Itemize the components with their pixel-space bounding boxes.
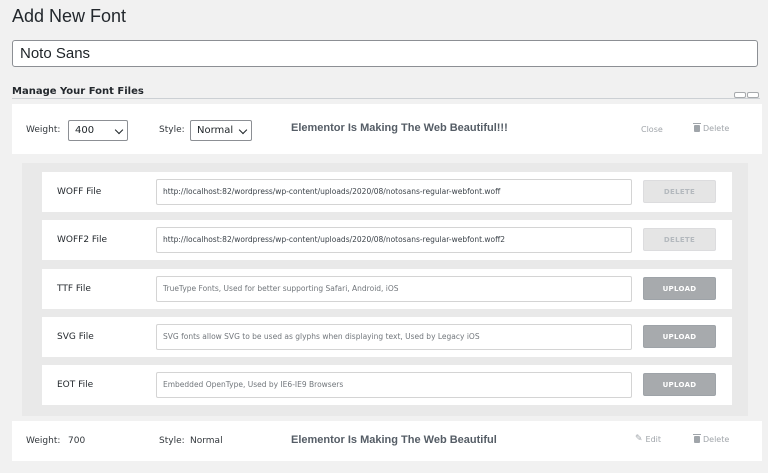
section-heading: Manage Your Font Files: [12, 86, 144, 97]
upload-file-button[interactable]: UPLOAD: [643, 277, 716, 300]
weight-label: Weight:: [26, 436, 61, 446]
font-variation-header-open: Weight: 400 Style: Normal Elementor Is M…: [12, 104, 762, 154]
delete-label: Delete: [703, 435, 730, 444]
edit-variation-button[interactable]: ✎ Edit: [635, 434, 662, 445]
file-row-woff: WOFF File http://localhost:82/wordpress/…: [42, 172, 732, 212]
file-url-field[interactable]: http://localhost:82/wordpress/wp-content…: [156, 179, 632, 205]
chevron-down-icon: [114, 125, 124, 135]
page-title: Add New Font: [12, 6, 127, 26]
weight-select[interactable]: 400: [68, 120, 128, 141]
close-button[interactable]: Close: [641, 125, 663, 134]
font-variation-header-collapsed[interactable]: Weight: 700 Style: Normal Elementor Is M…: [12, 421, 762, 461]
file-row-svg: SVG File SVG fonts allow SVG to be used …: [42, 317, 732, 357]
pencil-icon: ✎: [635, 434, 643, 444]
weight-select-value: 400: [75, 125, 95, 136]
edit-label: Edit: [645, 435, 662, 444]
weight-value: 700: [68, 436, 86, 446]
file-row-woff2: WOFF2 File http://localhost:82/wordpress…: [42, 220, 732, 260]
panel-toggle-buttons[interactable]: [734, 92, 759, 98]
file-label: WOFF2 File: [57, 235, 107, 245]
file-url-field[interactable]: Embedded OpenType, Used by IE6-IE9 Brows…: [156, 372, 632, 398]
font-files-panel: WOFF File http://localhost:82/wordpress/…: [22, 163, 748, 416]
delete-file-button[interactable]: DELETE: [643, 180, 716, 203]
style-select-value: Normal: [197, 125, 234, 136]
collapse-toggle-icon[interactable]: [734, 92, 746, 98]
file-url-field[interactable]: http://localhost:82/wordpress/wp-content…: [156, 227, 632, 253]
delete-variation-button[interactable]: Delete: [693, 434, 730, 444]
weight-label: Weight:: [26, 125, 61, 135]
font-preview-text: Elementor Is Making The Web Beautiful: [291, 434, 497, 446]
delete-variation-button[interactable]: Delete: [693, 123, 730, 133]
style-value: Normal: [190, 436, 223, 446]
style-select[interactable]: Normal: [190, 120, 252, 141]
file-label: WOFF File: [57, 187, 102, 197]
delete-label: Delete: [703, 124, 730, 133]
font-preview-text: Elementor Is Making The Web Beautiful!!!: [291, 122, 508, 134]
trash-icon: [693, 434, 701, 443]
file-label: SVG File: [57, 332, 94, 342]
chevron-down-icon: [238, 125, 248, 135]
trash-icon: [693, 123, 701, 132]
section-divider: [12, 98, 760, 99]
file-label: TTF File: [57, 284, 91, 294]
expand-toggle-icon[interactable]: [747, 92, 759, 98]
file-url-field[interactable]: TrueType Fonts, Used for better supporti…: [156, 276, 632, 302]
delete-file-button[interactable]: DELETE: [643, 228, 716, 251]
upload-file-button[interactable]: UPLOAD: [643, 325, 716, 348]
font-name-input[interactable]: Noto Sans: [12, 40, 758, 67]
upload-file-button[interactable]: UPLOAD: [643, 373, 716, 396]
file-row-eot: EOT File Embedded OpenType, Used by IE6-…: [42, 365, 732, 405]
file-row-ttf: TTF File TrueType Fonts, Used for better…: [42, 269, 732, 309]
style-label: Style:: [159, 125, 185, 135]
file-label: EOT File: [57, 380, 94, 390]
file-url-field[interactable]: SVG fonts allow SVG to be used as glyphs…: [156, 324, 632, 350]
style-label: Style:: [159, 436, 185, 446]
